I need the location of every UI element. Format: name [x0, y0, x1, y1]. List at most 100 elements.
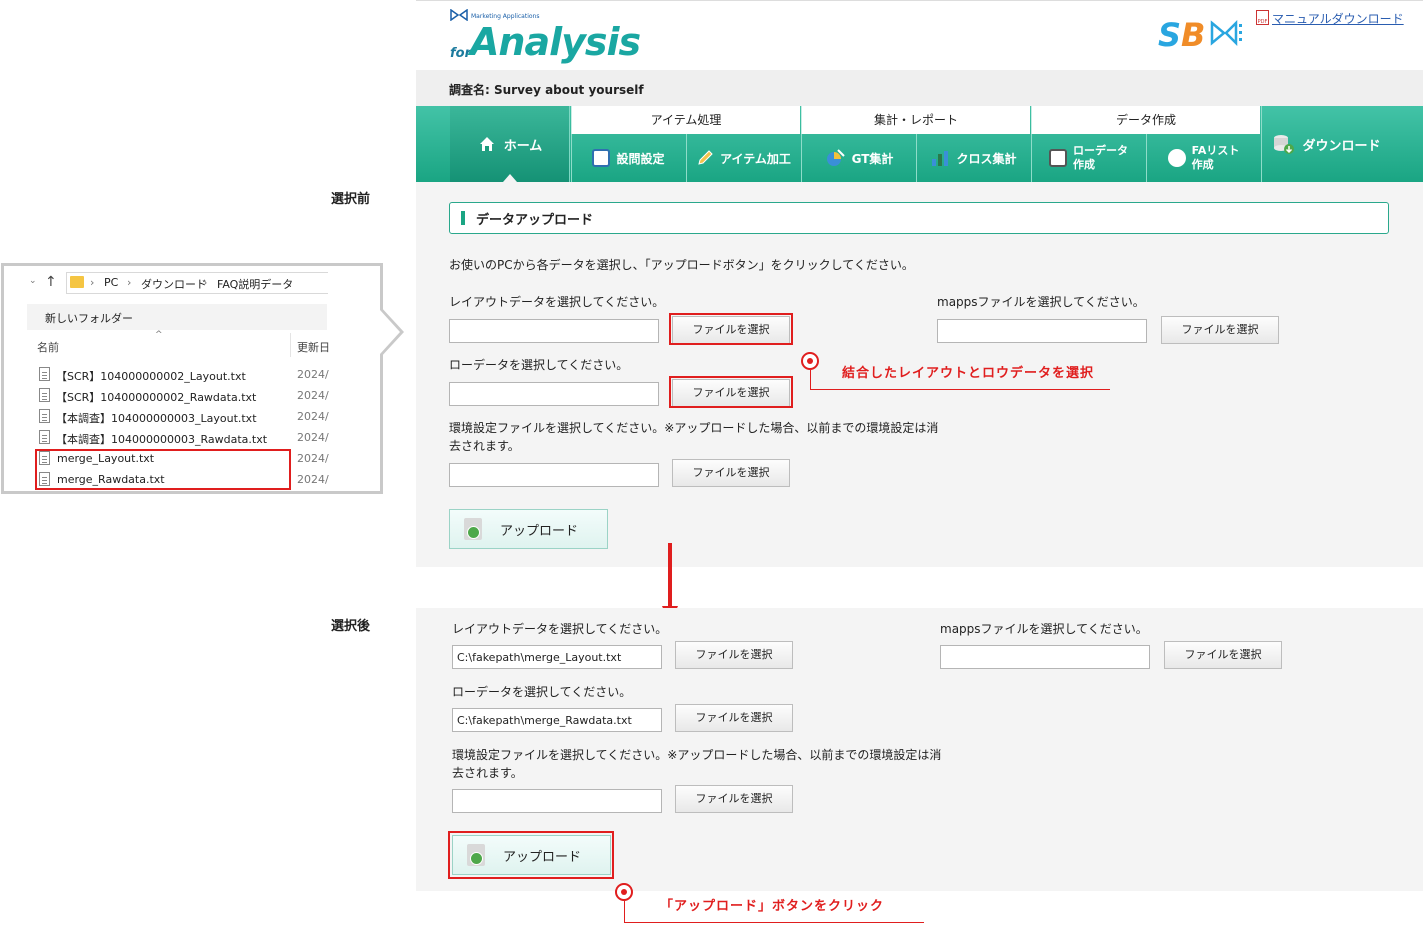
breadcrumb-downloads[interactable]: ダウンロード	[141, 276, 207, 292]
home-icon	[479, 137, 494, 151]
file-row-date: 2024/	[297, 452, 329, 465]
down-arrow-shaft	[668, 543, 672, 610]
after-mapps-choose-file-button[interactable]: ファイルを選択	[1164, 641, 1282, 669]
section-title-accent	[461, 211, 465, 225]
column-header-date[interactable]: 更新日	[297, 339, 330, 355]
raw-data-label: ローデータを選択してください。	[449, 358, 629, 372]
up-arrow-icon[interactable]: ↑	[45, 274, 57, 290]
env-file-input[interactable]	[449, 463, 659, 487]
home-active-indicator	[503, 174, 517, 182]
breadcrumb-separator-icon: ›	[127, 276, 132, 289]
nav-group-data-creation: データ作成	[1031, 106, 1260, 134]
file-row-name[interactable]: 【SCR】104000000002_Rawdata.txt	[56, 389, 256, 405]
survey-label: 調査名:	[449, 83, 490, 97]
file-icon	[39, 430, 50, 444]
nav-falist-creation-label: FAリスト 作成	[1191, 144, 1240, 171]
after-mapps-file-input[interactable]	[940, 645, 1150, 669]
mapps-choose-file-button[interactable]: ファイルを選択	[1161, 316, 1279, 344]
click-note-marker-icon	[615, 883, 633, 901]
file-row-date: 2024/	[297, 389, 329, 402]
nav-group-reports: 集計・レポート	[801, 106, 1030, 134]
breadcrumb-pc[interactable]: PC	[104, 276, 118, 289]
upload-button-highlight	[448, 831, 614, 879]
breadcrumb-separator-icon: ›	[203, 276, 208, 289]
brand-logo-s: S	[1158, 16, 1182, 54]
after-raw-data-label: ローデータを選択してください。	[452, 685, 632, 699]
upload-button-label: アップロード	[500, 523, 579, 539]
database-download-icon	[1274, 135, 1295, 154]
nav-question-settings[interactable]: 設問設定	[571, 134, 685, 182]
click-upload-note: 「アップロード」ボタンをクリック	[660, 899, 885, 914]
nav-cross-tabulation[interactable]: クロス集計	[916, 134, 1030, 182]
new-folder-button[interactable]: 新しいフォルダー	[45, 310, 133, 326]
after-env-file-label-line2: 去されます。	[452, 766, 523, 780]
file-icon	[39, 409, 50, 423]
breadcrumb-faq-folder[interactable]: FAQ説明データ	[217, 276, 293, 292]
nav-item-processing-label: アイテム加工	[720, 151, 791, 166]
file-row-date: 2024/	[297, 431, 329, 444]
env-choose-file-button[interactable]: ファイルを選択	[672, 459, 790, 487]
table-icon	[1049, 149, 1067, 167]
layout-data-label: レイアウトデータを選択してください。	[449, 295, 665, 309]
select-files-note: 結合したレイアウトとロウデータを選択	[842, 366, 1095, 381]
logo-for: for	[450, 46, 471, 61]
after-layout-choose-file-button[interactable]: ファイルを選択	[675, 641, 793, 669]
file-row-name[interactable]: 【本調査】104000000003_Layout.txt	[56, 410, 257, 426]
nav-cross-tabulation-label: クロス集計	[956, 151, 1017, 166]
nav-gt-tabulation[interactable]: GT集計	[801, 134, 915, 182]
file-row-date: 2024/	[297, 368, 329, 381]
breadcrumb-separator-icon: ›	[90, 276, 95, 289]
nav-gt-tabulation-label: GT集計	[851, 151, 894, 166]
env-file-label-line2: 去されます。	[449, 439, 520, 453]
folder-icon	[70, 276, 84, 288]
survey-title: 調査名: Survey about yourself	[449, 81, 644, 98]
nav-download-label: ダウンロード	[1302, 138, 1381, 154]
upload-section-title: データアップロード	[476, 213, 594, 228]
after-layout-data-label: レイアウトデータを選択してください。	[452, 622, 668, 636]
sort-up-icon: ^	[155, 330, 163, 340]
file-row-date: 2024/	[297, 473, 329, 486]
nav-home-label: ホーム	[503, 138, 543, 154]
file-row-name[interactable]: 【本調査】104000000003_Rawdata.txt	[56, 431, 267, 447]
nav-falist-creation[interactable]: FAリスト 作成	[1146, 134, 1260, 182]
app-logo: Analysis	[470, 20, 641, 64]
raw-button-highlight	[669, 376, 793, 408]
layout-file-input[interactable]	[449, 319, 659, 343]
mapps-file-label: mappsファイルを選択してください。	[937, 295, 1145, 309]
speech-bubble-icon	[1167, 149, 1186, 167]
after-env-file-input[interactable]	[452, 789, 662, 813]
brand-logo: SB	[1158, 16, 1205, 54]
nav-item-processing[interactable]: アイテム加工	[686, 134, 800, 182]
survey-name: Survey about yourself	[494, 83, 644, 97]
after-layout-file-input[interactable]	[452, 645, 662, 669]
env-file-label-line1: 環境設定ファイルを選択してください。※アップロードした場合、以前までの環境設定は…	[449, 421, 939, 435]
column-header-name[interactable]: 名前	[37, 339, 59, 355]
manual-download-link[interactable]: マニュアルダウンロード	[1272, 10, 1404, 27]
after-raw-choose-file-button[interactable]: ファイルを選択	[675, 704, 793, 732]
nav-question-settings-label: 設問設定	[616, 151, 665, 166]
pencil-icon	[698, 150, 713, 165]
nav-group-item-processing: アイテム処理	[571, 106, 800, 134]
upload-instruction: お使いのPCから各データを選択し、「アップロードボタン」をクリックしてください。	[449, 258, 914, 272]
upload-icon	[464, 518, 482, 540]
nav-download[interactable]: ダウンロード	[1261, 106, 1391, 182]
file-row-name[interactable]: 【SCR】104000000002_Layout.txt	[56, 368, 246, 384]
note-marker-icon	[801, 352, 819, 370]
chevron-down-icon[interactable]: ⌄	[29, 276, 37, 286]
brand-logo-b: B	[1181, 16, 1206, 54]
upload-button-before[interactable]: アップロード	[449, 509, 608, 549]
after-mapps-file-label: mappsファイルを選択してください。	[940, 622, 1148, 636]
cross-chart-icon	[932, 151, 949, 166]
mapps-file-input[interactable]	[937, 319, 1147, 343]
file-row-date: 2024/	[297, 410, 329, 423]
after-env-choose-file-button[interactable]: ファイルを選択	[675, 785, 793, 813]
gt-chart-icon	[826, 149, 845, 166]
nav-rawdata-creation-label: ローデータ 作成	[1073, 144, 1128, 171]
nav-home-content[interactable]: ホーム	[450, 106, 570, 182]
nav-rawdata-creation[interactable]: ローデータ 作成	[1031, 134, 1145, 182]
raw-file-input[interactable]	[449, 382, 659, 406]
brand-mark-icon	[1210, 20, 1242, 46]
after-raw-file-input[interactable]	[452, 708, 662, 732]
pdf-icon: PDF	[1256, 10, 1269, 25]
file-icon	[39, 388, 50, 402]
